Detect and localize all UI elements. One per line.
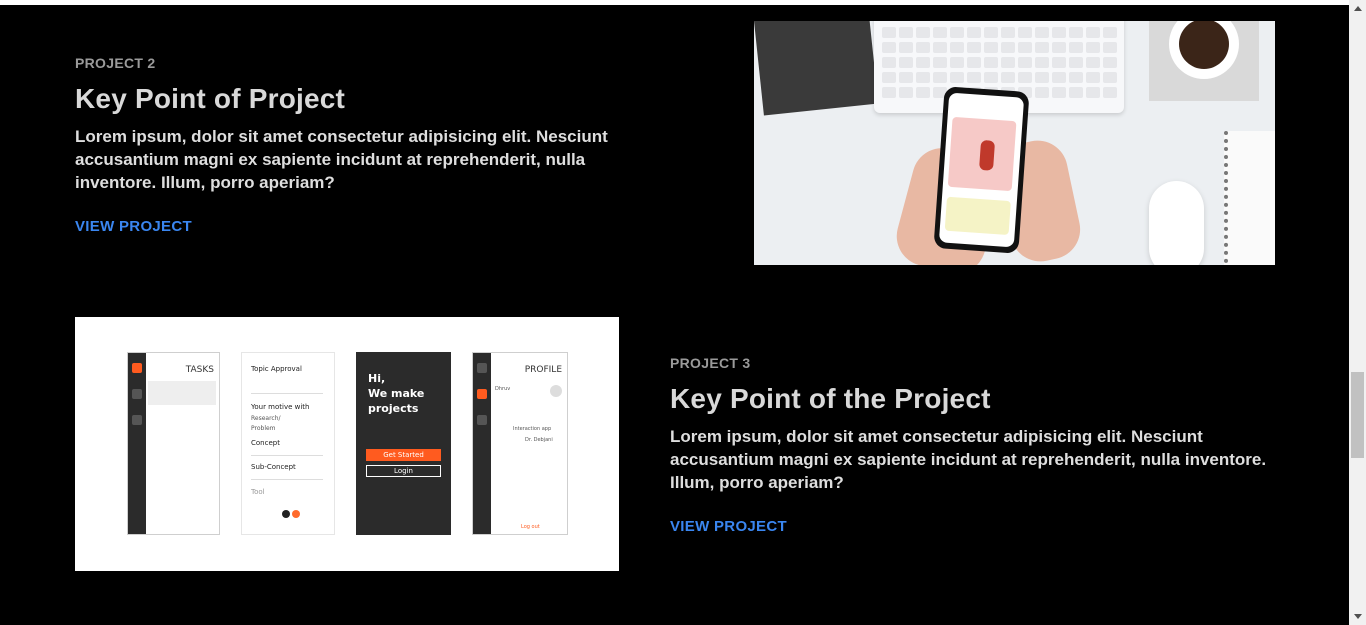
portfolio-page: PROJECT 2 Key Point of Project Lorem ips…	[0, 5, 1349, 625]
profile-app: Interaction app	[513, 426, 552, 432]
concept-label: Concept	[251, 439, 280, 447]
topic-approval-mockup: Topic Approval Your motive with Research…	[241, 352, 335, 535]
scrollbar-thumb[interactable]	[1351, 372, 1364, 458]
profile-guide: Dr. Debjani	[525, 437, 553, 443]
welcome-screen-mockup: Hi, We make projects Get Started Login	[356, 352, 451, 535]
profile-logout: Log out	[521, 524, 540, 530]
scroll-down-icon[interactable]	[1349, 608, 1366, 625]
project-2-title: Key Point of Project	[75, 83, 346, 114]
profile-name: Dhruv	[495, 386, 511, 392]
project-3-description: Lorem ipsum, dolor sit amet consectetur …	[670, 427, 1267, 492]
project-3-image: TASKS Topic Approval Your motive with Re…	[75, 317, 619, 571]
project-3-text: PROJECT 3 Key Point of the Project Lorem…	[670, 355, 1290, 536]
sub-concept-label: Sub-Concept	[251, 463, 296, 471]
pager-next-icon	[292, 510, 300, 518]
pager-dot-icon	[282, 510, 290, 518]
tasks-title: TASKS	[185, 365, 214, 375]
motive-label: Your motive with	[251, 403, 310, 411]
project-2-image	[754, 21, 1275, 265]
spiral-notebook-graphic	[1224, 131, 1275, 265]
project-3-title: Key Point of the Project	[670, 383, 991, 414]
notebook-graphic	[754, 21, 879, 116]
scroll-up-icon[interactable]	[1349, 0, 1366, 17]
project-2-description: Lorem ipsum, dolor sit amet consectetur …	[75, 127, 608, 192]
project-3-view-link[interactable]: VIEW PROJECT	[670, 518, 787, 535]
profile-title: PROFILE	[524, 365, 562, 375]
welcome-hero-text: Hi, We make projects	[368, 372, 425, 415]
project-2-eyebrow: PROJECT 2	[75, 55, 156, 71]
profile-screen-mockup: PROFILE Dhruv Interaction app Dr. Debjan…	[472, 352, 568, 535]
phone-graphic	[933, 86, 1030, 254]
mouse-graphic	[1149, 181, 1204, 265]
avatar	[550, 385, 562, 397]
tasks-screen-mockup: TASKS	[127, 352, 220, 535]
coffee-cup-graphic	[1149, 21, 1259, 101]
topic-approval-title: Topic Approval	[251, 365, 302, 373]
get-started-graphic: Get Started	[366, 449, 441, 461]
project-2-text: PROJECT 2 Key Point of Project Lorem ips…	[75, 55, 635, 236]
project-3-eyebrow: PROJECT 3	[670, 355, 751, 371]
login-graphic: Login	[366, 465, 441, 477]
vertical-scrollbar[interactable]	[1349, 0, 1366, 625]
problem-option: Problem	[251, 425, 276, 432]
research-option: Research/	[251, 415, 281, 422]
project-2-view-link[interactable]: VIEW PROJECT	[75, 218, 192, 235]
tool-label: Tool	[251, 488, 265, 496]
